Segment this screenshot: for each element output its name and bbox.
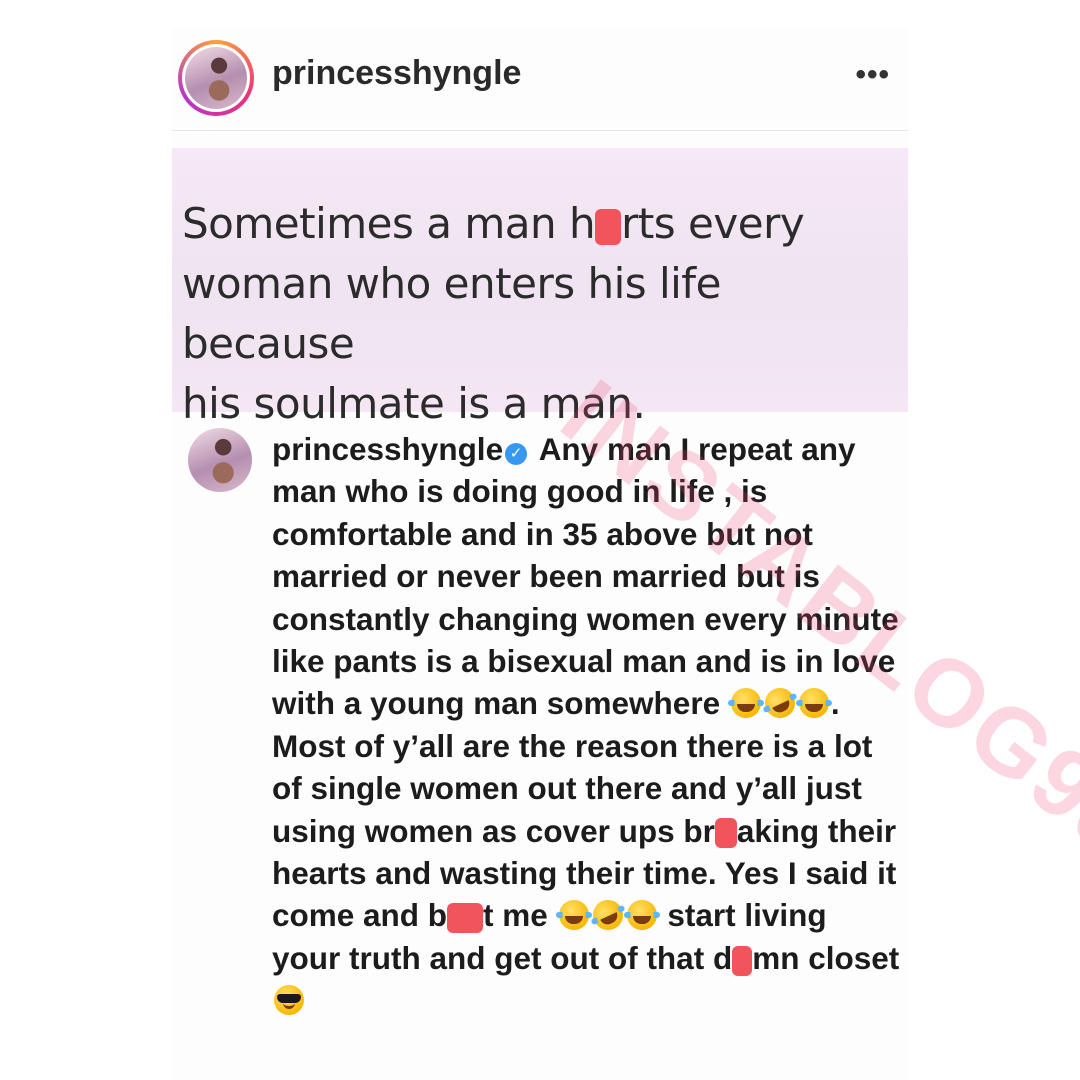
censor-mark — [595, 208, 622, 245]
verified-badge-icon: ✓ — [505, 443, 528, 465]
caption-username[interactable]: princesshyngle — [272, 431, 503, 467]
post-image[interactable]: Sometimes a man h rts every woman who ent… — [172, 148, 908, 428]
caption-text-6: mn closet — [752, 939, 900, 976]
censor-mark — [447, 903, 484, 934]
post-username[interactable]: princesshyngle — [272, 54, 521, 93]
post-header: princesshyngle ••• — [172, 28, 908, 131]
caption-text-1: Any man I repeat any man who is doing go… — [272, 431, 899, 722]
caption-avatar[interactable] — [188, 428, 252, 492]
sunglasses-emoji-icon — [274, 985, 304, 1016]
tears-of-joy-emoji-icon — [555, 900, 592, 931]
post-caption: princesshyngle ✓ Any man I repeat any man… — [272, 428, 902, 1022]
avatar-image — [185, 47, 247, 109]
censor-mark — [732, 945, 753, 976]
more-options-icon[interactable]: ••• — [855, 58, 890, 92]
post-image-quote: Sometimes a man h rts every woman who ent… — [182, 194, 902, 434]
tears-of-joy-emoji-icon — [727, 688, 764, 719]
avatar-border — [182, 44, 250, 112]
quote-line-1a: Sometimes a man h — [182, 199, 596, 248]
profile-avatar[interactable] — [178, 40, 254, 116]
quote-line-2: woman who enters his life because — [182, 259, 721, 368]
tears-of-joy-emoji-icon — [623, 900, 660, 931]
caption-text-4: t me — [483, 897, 548, 934]
rofl-emoji-icon — [759, 683, 800, 724]
censor-mark — [714, 818, 737, 849]
tears-of-joy-emoji-icon — [795, 688, 832, 719]
quote-line-1b: rts every — [621, 199, 805, 248]
quote-line-3: his soulmate is a man. — [182, 379, 646, 428]
instagram-post: princesshyngle ••• Sometimes a man h rts … — [172, 28, 1080, 1080]
rofl-emoji-icon — [587, 895, 628, 936]
